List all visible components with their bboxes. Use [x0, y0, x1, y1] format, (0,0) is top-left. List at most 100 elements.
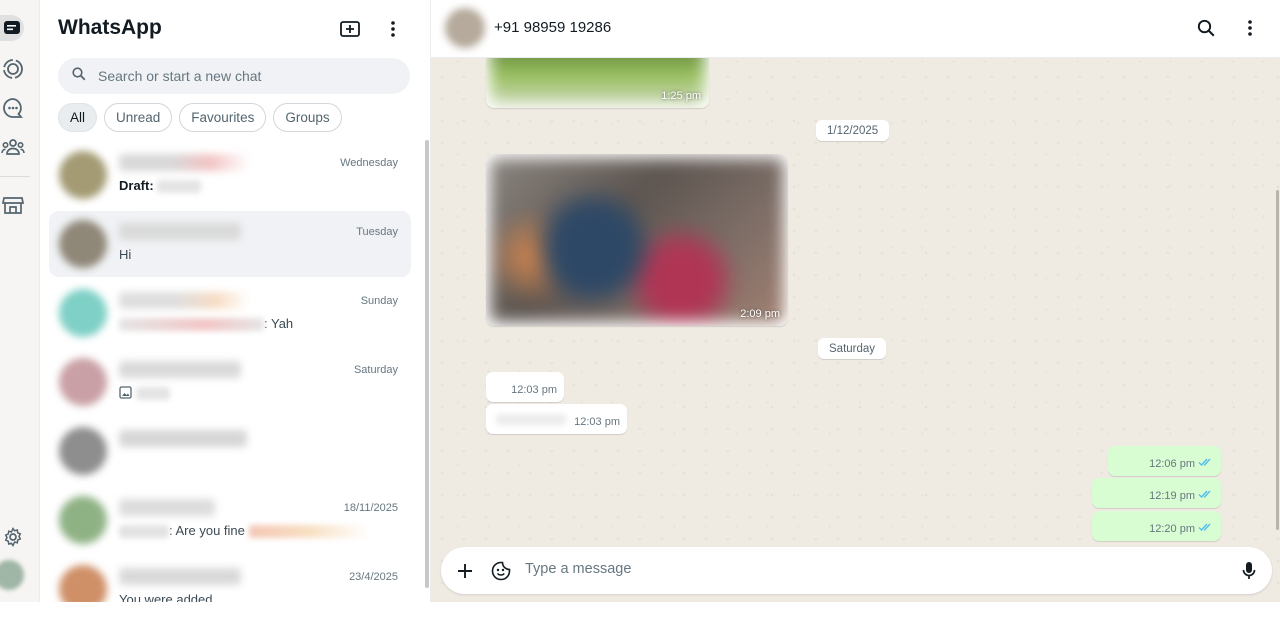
- chat-row[interactable]: Tuesday Hi: [49, 211, 411, 277]
- filter-chips: All Unread Favourites Groups: [58, 103, 342, 132]
- message-time: 12:19 pm: [1149, 489, 1195, 502]
- sender-name: [119, 318, 264, 332]
- sticker-icon[interactable]: [487, 557, 515, 585]
- avatar: [59, 220, 107, 268]
- conversation-header: +91 98959 19286: [431, 0, 1280, 58]
- business-tools-icon[interactable]: [0, 192, 26, 218]
- settings-icon[interactable]: [0, 524, 26, 550]
- message-composer: [441, 547, 1272, 594]
- chat-list-scrollbar[interactable]: [425, 140, 429, 588]
- chat-row[interactable]: 18/11/2025 : Are you fine: [49, 487, 411, 553]
- filter-groups[interactable]: Groups: [273, 103, 342, 132]
- rail-divider: [0, 176, 30, 177]
- menu-icon[interactable]: [1236, 14, 1264, 42]
- chat-time: Sunday: [360, 295, 398, 307]
- chat-time: Tuesday: [356, 226, 398, 238]
- filter-all[interactable]: All: [58, 103, 98, 132]
- message-time: 12:03 pm: [511, 384, 557, 396]
- contact-name: [119, 430, 247, 447]
- blurred-message-text: [496, 414, 566, 425]
- channels-icon[interactable]: [0, 95, 26, 121]
- messages-scrollbar[interactable]: [1276, 190, 1279, 530]
- chat-time: Saturday: [353, 364, 398, 376]
- search-input[interactable]: [98, 68, 388, 84]
- date-divider: 1/12/2025: [816, 120, 890, 141]
- read-ticks-icon: [1198, 489, 1214, 502]
- navigation-rail: [0, 0, 40, 602]
- chat-preview-text: : Yah: [264, 316, 294, 331]
- read-ticks-icon: [1198, 457, 1214, 470]
- read-ticks-icon: [1198, 522, 1214, 535]
- avatar: [59, 565, 107, 602]
- chat-row[interactable]: [49, 418, 411, 484]
- message-time: 12:03 pm: [574, 416, 620, 428]
- chat-preview-text: : Are you fine: [169, 523, 245, 538]
- status-icon[interactable]: [0, 56, 26, 82]
- contact-name[interactable]: +91 98959 19286: [494, 19, 611, 36]
- chat-list-panel: WhatsApp All Unread Favourites Groups We…: [40, 0, 431, 602]
- outgoing-message[interactable]: 12:06 pm: [1108, 446, 1221, 476]
- message-time-wrap: 12:20 pm: [1149, 522, 1214, 535]
- avatar: [59, 151, 107, 199]
- blurred-text: [248, 525, 369, 539]
- chat-time: 18/11/2025: [343, 502, 398, 514]
- date-divider: Saturday: [818, 338, 887, 359]
- avatar: [59, 289, 107, 337]
- communities-icon[interactable]: [0, 134, 26, 160]
- contact-name: [119, 292, 249, 309]
- message-time-wrap: 12:19 pm: [1149, 489, 1214, 502]
- app-title: WhatsApp: [58, 16, 162, 39]
- chat-row[interactable]: Wednesday Draft:: [49, 142, 411, 208]
- contact-name: [119, 499, 215, 516]
- chat-row[interactable]: Saturday: [49, 349, 411, 415]
- chat-preview: Hi: [119, 247, 132, 262]
- chat-list: Wednesday Draft: Tuesday Hi Sunday : Yah…: [40, 142, 428, 602]
- contact-name: [119, 568, 241, 585]
- new-chat-icon[interactable]: [336, 15, 364, 43]
- filter-favourites[interactable]: Favourites: [179, 103, 267, 132]
- contact-name: [119, 361, 241, 378]
- message-input[interactable]: [525, 561, 1205, 577]
- chat-preview: : Are you fine: [119, 523, 369, 539]
- message-time: 1:25 pm: [661, 90, 701, 102]
- attach-plus-icon[interactable]: [451, 557, 479, 585]
- contact-name: [119, 154, 249, 171]
- outgoing-message[interactable]: 12:19 pm: [1092, 478, 1221, 508]
- chat-row[interactable]: 23/4/2025 You were added: [49, 556, 411, 602]
- image-thumbnail: [490, 158, 784, 322]
- chats-icon[interactable]: [0, 15, 24, 41]
- sender-name: [119, 525, 169, 539]
- draft-label: Draft:: [119, 178, 154, 193]
- avatar: [59, 496, 107, 544]
- message-time: 2:09 pm: [740, 308, 780, 320]
- avatar: [59, 427, 107, 475]
- message-time-wrap: 12:06 pm: [1149, 457, 1214, 470]
- profile-avatar[interactable]: [0, 560, 24, 590]
- search-icon[interactable]: [1192, 14, 1220, 42]
- chat-time: Wednesday: [340, 157, 398, 169]
- search-bar[interactable]: [58, 58, 410, 94]
- image-message[interactable]: 2:09 pm: [486, 154, 788, 326]
- avatar: [59, 358, 107, 406]
- menu-icon[interactable]: [379, 15, 407, 43]
- chat-preview: Draft:: [119, 178, 202, 194]
- blurred-text: [135, 387, 170, 401]
- outgoing-message[interactable]: 12:20 pm: [1092, 511, 1221, 541]
- contact-avatar[interactable]: [445, 8, 485, 48]
- contact-name: [119, 223, 241, 240]
- draft-text: [157, 180, 202, 194]
- incoming-message[interactable]: 12:03 pm: [486, 372, 564, 402]
- chat-preview: [119, 385, 170, 402]
- incoming-message[interactable]: 12:03 pm: [486, 404, 627, 434]
- microphone-icon[interactable]: [1235, 557, 1263, 585]
- chat-preview: You were added: [119, 592, 213, 602]
- photo-icon: [119, 385, 132, 402]
- chat-row[interactable]: Sunday : Yah: [49, 280, 411, 346]
- message-time: 12:20 pm: [1149, 522, 1195, 535]
- filter-unread[interactable]: Unread: [104, 103, 173, 132]
- search-icon: [72, 66, 86, 86]
- message-time: 12:06 pm: [1149, 457, 1195, 470]
- chat-preview: : Yah: [119, 316, 294, 332]
- chat-time: 23/4/2025: [349, 571, 398, 583]
- conversation-panel: 1:25 pm 1/12/2025 2:09 pm Saturday 12:03…: [431, 0, 1280, 602]
